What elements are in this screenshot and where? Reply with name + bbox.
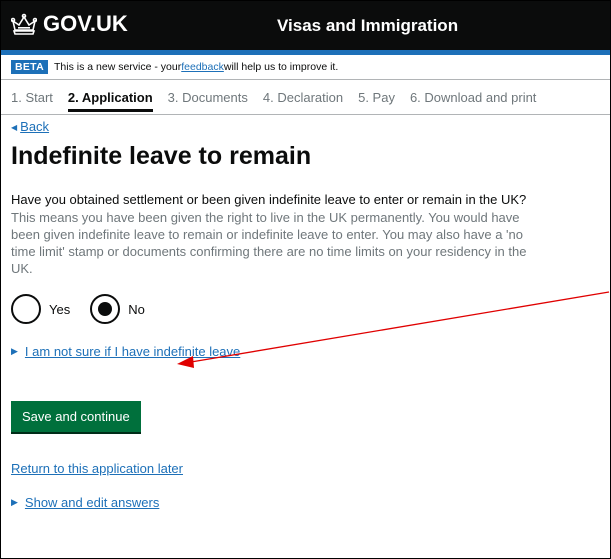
step-start: 1. Start	[11, 89, 53, 105]
step-download-print: 6. Download and print	[409, 89, 537, 105]
beta-text-before: This is a new service - your	[54, 61, 182, 73]
service-name[interactable]: Visas and Immigration	[277, 16, 458, 36]
return-later-link[interactable]: Return to this application later	[11, 461, 610, 476]
govuk-header: GOV.UK Visas and Immigration	[1, 1, 610, 50]
back-label: Back	[20, 119, 50, 134]
question-text: Have you obtained settlement or been giv…	[11, 192, 527, 207]
hint-text: This means you have been given the right…	[11, 210, 527, 276]
page: GOV.UK Visas and Immigration BETA This i…	[0, 0, 611, 559]
details-summary-label[interactable]: I am not sure if I have indefinite leave	[25, 344, 240, 359]
radio-no-circle[interactable]	[90, 294, 121, 324]
feedback-link[interactable]: feedback	[181, 61, 224, 73]
page-title: Indefinite leave to remain	[11, 142, 312, 170]
logo-text: GOV.UK	[43, 11, 128, 36]
show-edit-answers-details[interactable]: ▶ Show and edit answers	[11, 495, 610, 510]
step-declaration: 4. Declaration	[262, 89, 344, 105]
main-content: ◀ Back Indefinite leave to remain Have yo…	[1, 119, 610, 510]
crown-icon	[11, 13, 37, 35]
back-link[interactable]: ◀ Back	[11, 119, 610, 134]
radio-yes[interactable]: Yes	[11, 294, 70, 324]
disclosure-triangle-icon: ▶	[11, 346, 18, 356]
disclosure-triangle-icon: ▶	[11, 497, 18, 507]
radio-no[interactable]: No	[90, 294, 145, 324]
beta-banner: BETA This is a new service - your feedba…	[1, 55, 610, 80]
step-application: 2. Application	[67, 90, 153, 112]
radio-yes-label[interactable]: Yes	[49, 302, 70, 317]
radio-group: Yes No	[11, 291, 610, 327]
beta-text-after: will help us to improve it.	[223, 61, 339, 73]
save-and-continue-button[interactable]: Save and continue	[11, 401, 141, 432]
step-documents: 3. Documents	[167, 89, 248, 105]
progress-steps: 1. Start 2. Application 3. Documents 4. …	[1, 80, 610, 115]
beta-tag: BETA	[11, 60, 49, 74]
radio-yes-circle[interactable]	[11, 294, 41, 324]
back-triangle-icon: ◀	[11, 123, 18, 132]
step-pay: 5. Pay	[358, 89, 395, 105]
govuk-logo[interactable]: GOV.UK	[11, 9, 128, 39]
indefinite-leave-details[interactable]: ▶ I am not sure if I have indefinite lea…	[11, 344, 610, 359]
radio-no-label[interactable]: No	[128, 302, 145, 317]
show-edit-label[interactable]: Show and edit answers	[25, 495, 159, 510]
